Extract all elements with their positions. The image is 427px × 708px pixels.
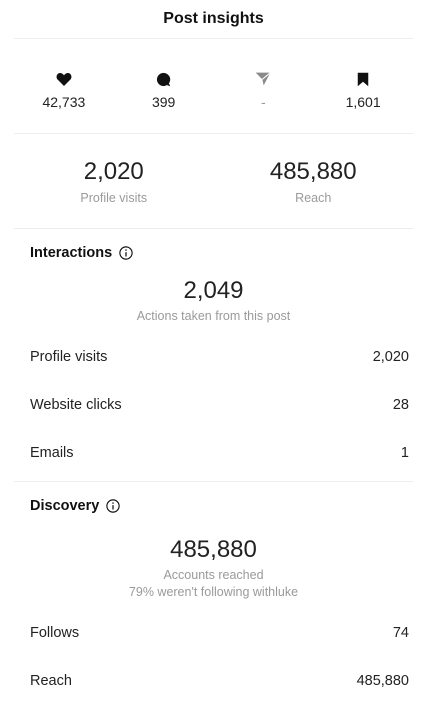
metric-row-website-clicks: Website clicks 28 (14, 381, 413, 429)
metric-row-profile-visits: Profile visits 2,020 (14, 333, 413, 381)
profile-visits-value: 2,020 (83, 157, 144, 185)
discovery-section: Discovery 485,880 Accounts reached 79% w… (14, 482, 413, 705)
metric-value: 1 (400, 445, 409, 461)
saves-stat[interactable]: 1,601 (313, 62, 413, 110)
discovery-following-note: 79% weren't following withluke (128, 585, 299, 599)
shares-stat[interactable]: - (214, 62, 314, 110)
comments-stat[interactable]: 399 (114, 62, 214, 110)
share-icon (255, 70, 272, 88)
metric-label: Website clicks (30, 397, 122, 413)
metric-value: 74 (392, 625, 409, 641)
shares-count: - (261, 94, 266, 110)
interactions-title: Interactions (30, 245, 113, 261)
info-icon[interactable] (106, 499, 121, 513)
interactions-header: Interactions (14, 229, 413, 277)
header: Post insights (14, 0, 413, 39)
info-icon[interactable] (119, 246, 133, 260)
reach-label: Reach (295, 190, 332, 205)
reach-value: 485,880 (269, 157, 357, 185)
likes-count: 42,733 (42, 94, 86, 110)
profile-visits-summary: 2,020 Profile visits (14, 158, 214, 205)
comments-count: 399 (151, 94, 176, 110)
interactions-subtitle: Actions taken from this post (136, 309, 291, 323)
saves-count: 1,601 (345, 94, 381, 110)
metric-value: 2,020 (372, 349, 409, 365)
reach-summary: 485,880 Reach (214, 158, 414, 205)
discovery-total: 485,880 (170, 536, 257, 563)
metric-label: Emails (30, 445, 74, 461)
summary-row: 2,020 Profile visits 485,880 Reach (14, 134, 413, 229)
metric-row-emails: Emails 1 (14, 429, 413, 477)
discovery-summary: 485,880 Accounts reached 79% weren't fol… (14, 536, 413, 599)
likes-stat[interactable]: 42,733 (14, 62, 114, 110)
metric-row-reach: Reach 485,880 (14, 657, 413, 705)
discovery-header: Discovery (14, 482, 413, 530)
discovery-title: Discovery (30, 498, 100, 514)
metric-value: 28 (392, 397, 409, 413)
metric-label: Reach (30, 673, 72, 689)
metric-value: 485,880 (356, 673, 409, 689)
comment-icon (156, 70, 171, 88)
stats-row: 42,733 399 - 1,601 (14, 39, 413, 134)
discovery-subtitle: Accounts reached (163, 568, 264, 582)
bookmark-icon (357, 70, 369, 88)
metric-label: Follows (30, 625, 80, 641)
interactions-summary: 2,049 Actions taken from this post (14, 277, 413, 323)
heart-icon (56, 70, 72, 88)
interactions-total: 2,049 (183, 277, 244, 304)
profile-visits-label: Profile visits (80, 190, 148, 205)
metric-label: Profile visits (30, 349, 108, 365)
interactions-section: Interactions 2,049 Actions taken from th… (14, 229, 413, 477)
page-title: Post insights (163, 10, 264, 27)
metric-row-follows: Follows 74 (14, 609, 413, 657)
